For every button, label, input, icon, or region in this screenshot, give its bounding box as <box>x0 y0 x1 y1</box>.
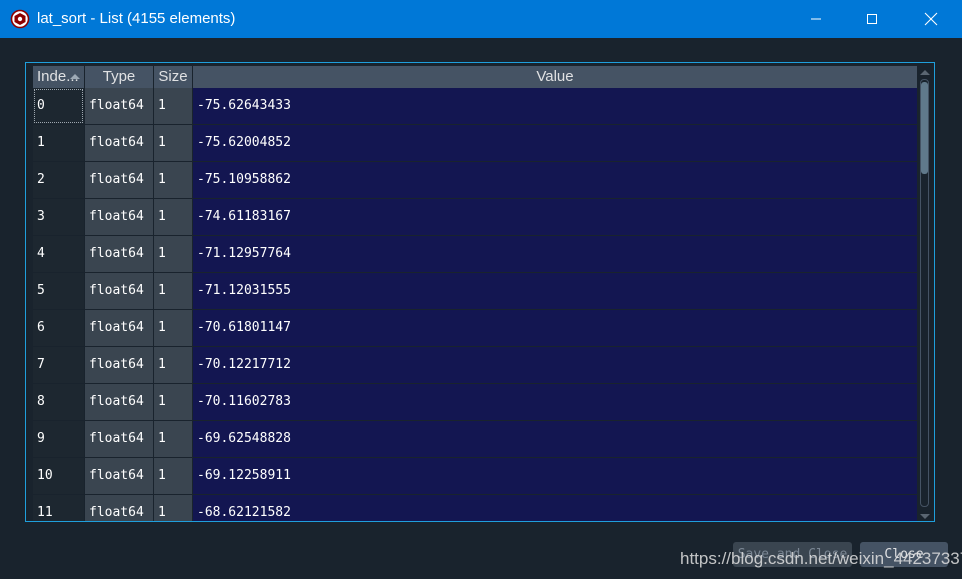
table-body: 0 float64 1 -75.62643433 1 float64 1 -75.620048… <box>33 88 917 521</box>
watermark-text: https://blog.csdn.net/weixin_44237337 <box>680 549 962 568</box>
cell-size[interactable]: 1 <box>154 421 192 457</box>
cell-size[interactable]: 1 <box>154 162 192 198</box>
cell-index[interactable]: 2 <box>33 162 84 198</box>
scroll-down-arrow-icon[interactable] <box>920 514 930 519</box>
cell-value[interactable]: -68.62121582 <box>193 495 917 521</box>
cell-size[interactable]: 1 <box>154 384 192 420</box>
cell-type[interactable]: float64 <box>85 384 153 420</box>
scroll-up-arrow-icon[interactable] <box>920 70 930 75</box>
cell-size[interactable]: 1 <box>154 88 192 124</box>
cell-index[interactable]: 7 <box>33 347 84 383</box>
minimize-button[interactable] <box>793 0 839 38</box>
cell-index[interactable]: 3 <box>33 199 84 235</box>
minimize-icon <box>810 13 822 25</box>
vertical-scrollbar[interactable] <box>918 66 931 521</box>
cell-value[interactable]: -75.62004852 <box>193 125 917 161</box>
cell-size[interactable]: 1 <box>154 125 192 161</box>
cell-index[interactable]: 8 <box>33 384 84 420</box>
table-row[interactable]: 8 float64 1 -70.11602783 <box>33 384 917 421</box>
column-header-label: Value <box>536 68 574 85</box>
cell-type[interactable]: float64 <box>85 310 153 346</box>
cell-size[interactable]: 1 <box>154 236 192 272</box>
maximize-icon <box>866 13 878 25</box>
table-row[interactable]: 11 float64 1 -68.62121582 <box>33 495 917 521</box>
column-header-label: Type <box>102 68 136 85</box>
title-bar[interactable]: lat_sort - List (4155 elements) <box>0 0 962 38</box>
table-header: Inde... Type Size Value <box>33 66 917 88</box>
cell-value[interactable]: -70.11602783 <box>193 384 917 420</box>
table-row[interactable]: 7 float64 1 -70.12217712 <box>33 347 917 384</box>
window-close-button[interactable] <box>908 0 954 38</box>
column-header-size[interactable]: Size <box>154 66 193 88</box>
cell-type[interactable]: float64 <box>85 495 153 521</box>
cell-size[interactable]: 1 <box>154 347 192 383</box>
scrollbar-thumb[interactable] <box>921 82 928 174</box>
cell-index[interactable]: 5 <box>33 273 84 309</box>
cell-value[interactable]: -69.62548828 <box>193 421 917 457</box>
cell-size[interactable]: 1 <box>154 310 192 346</box>
table-row[interactable]: 0 float64 1 -75.62643433 <box>33 88 917 125</box>
column-header-value[interactable]: Value <box>193 66 917 88</box>
cell-index[interactable]: 9 <box>33 421 84 457</box>
cell-index[interactable]: 0 <box>33 88 84 124</box>
cell-index[interactable]: 6 <box>33 310 84 346</box>
cell-index[interactable]: 11 <box>33 495 84 521</box>
table-row[interactable]: 3 float64 1 -74.61183167 <box>33 199 917 236</box>
table-row[interactable]: 2 float64 1 -75.10958862 <box>33 162 917 199</box>
cell-type[interactable]: float64 <box>85 125 153 161</box>
cell-value[interactable]: -75.10958862 <box>193 162 917 198</box>
cell-size[interactable]: 1 <box>154 273 192 309</box>
spyder-icon <box>10 9 30 29</box>
cell-value[interactable]: -71.12957764 <box>193 236 917 272</box>
table-row[interactable]: 10 float64 1 -69.12258911 <box>33 458 917 495</box>
table-row[interactable]: 6 float64 1 -70.61801147 <box>33 310 917 347</box>
cell-type[interactable]: float64 <box>85 199 153 235</box>
cell-size[interactable]: 1 <box>154 495 192 521</box>
cell-value[interactable]: -75.62643433 <box>193 88 917 124</box>
sort-ascending-icon <box>70 74 80 79</box>
cell-value[interactable]: -69.12258911 <box>193 458 917 494</box>
cell-size[interactable]: 1 <box>154 199 192 235</box>
cell-value[interactable]: -74.61183167 <box>193 199 917 235</box>
table-row[interactable]: 4 float64 1 -71.12957764 <box>33 236 917 273</box>
cell-type[interactable]: float64 <box>85 88 153 124</box>
cell-type[interactable]: float64 <box>85 347 153 383</box>
cell-index[interactable]: 4 <box>33 236 84 272</box>
column-header-index[interactable]: Inde... <box>33 66 85 88</box>
column-header-label: Size <box>158 68 188 85</box>
table-row[interactable]: 9 float64 1 -69.62548828 <box>33 421 917 458</box>
cell-type[interactable]: float64 <box>85 421 153 457</box>
cell-index[interactable]: 1 <box>33 125 84 161</box>
cell-value[interactable]: -71.12031555 <box>193 273 917 309</box>
cell-type[interactable]: float64 <box>85 236 153 272</box>
list-table[interactable]: Inde... Type Size Value 0 float64 1 -75.626… <box>25 62 935 522</box>
cell-value[interactable]: -70.61801147 <box>193 310 917 346</box>
close-icon <box>924 12 938 26</box>
cell-index[interactable]: 10 <box>33 458 84 494</box>
window-title: lat_sort - List (4155 elements) <box>37 10 236 27</box>
column-header-type[interactable]: Type <box>85 66 154 88</box>
cell-type[interactable]: float64 <box>85 458 153 494</box>
cell-type[interactable]: float64 <box>85 162 153 198</box>
maximize-button[interactable] <box>849 0 895 38</box>
table-row[interactable]: 1 float64 1 -75.62004852 <box>33 125 917 162</box>
table-row[interactable]: 5 float64 1 -71.12031555 <box>33 273 917 310</box>
cell-value[interactable]: -70.12217712 <box>193 347 917 383</box>
cell-size[interactable]: 1 <box>154 458 192 494</box>
cell-type[interactable]: float64 <box>85 273 153 309</box>
